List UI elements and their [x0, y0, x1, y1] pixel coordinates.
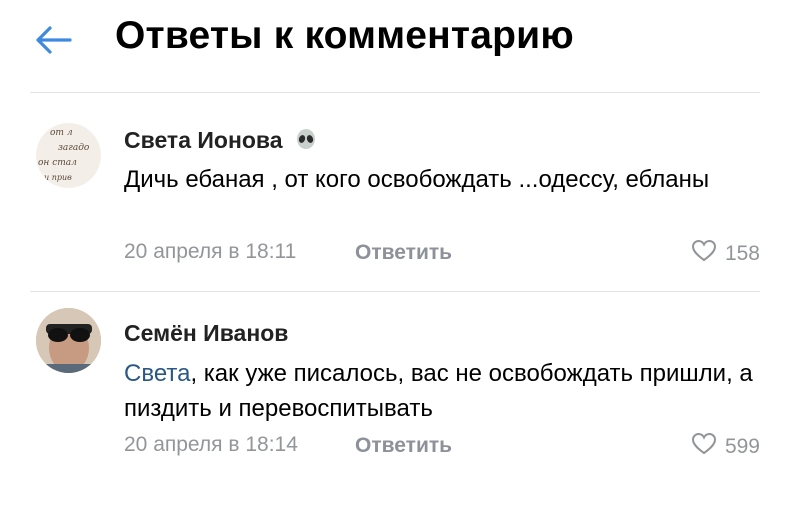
avatar-text-line: от л [50, 128, 73, 138]
back-arrow-icon[interactable] [34, 20, 74, 60]
author-name[interactable]: Света Ионова [124, 127, 283, 153]
avatar-text-line: он стал [38, 158, 77, 168]
header-divider [30, 92, 760, 93]
like-count: 599 [724, 434, 760, 458]
comment-text-body: , как уже писалось, вас не освобождать п… [124, 360, 753, 422]
avatar[interactable]: от л загадо он стал и прив [36, 123, 101, 188]
heart-icon [691, 432, 717, 461]
comment-date: 20 апреля в 18:11 [124, 240, 297, 263]
comment-date: 20 апреля в 18:14 [124, 433, 298, 456]
comment-author[interactable]: Света Ионова [124, 127, 317, 156]
avatar-text-line: и прив [44, 173, 72, 182]
like-count: 158 [724, 241, 760, 265]
like-button[interactable]: 158 [691, 239, 760, 268]
reply-button[interactable]: Ответить [355, 241, 452, 265]
comment-divider [30, 291, 760, 292]
avatar[interactable] [36, 308, 101, 373]
heart-icon [691, 239, 717, 268]
comment-text: Дичь ебаная , от кого освобождать ...оде… [124, 166, 710, 193]
avatar-text-line: загадо [58, 143, 90, 153]
alien-emoji-icon [295, 128, 317, 156]
author-name[interactable]: Семён Иванов [124, 320, 288, 347]
header: Ответы к комментарию [0, 0, 802, 92]
mention-link[interactable]: Света [124, 360, 190, 387]
comment-text: Света, как уже писалось, вас не освобожд… [124, 356, 764, 426]
page-title: Ответы к комментарию [115, 14, 574, 57]
like-button[interactable]: 599 [691, 432, 760, 461]
reply-button[interactable]: Ответить [355, 434, 452, 458]
